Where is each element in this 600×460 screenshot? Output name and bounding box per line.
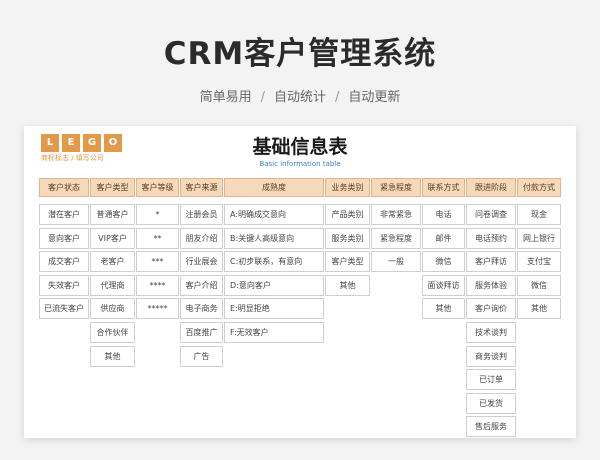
table-cell[interactable]: 电子商务 <box>180 298 223 320</box>
table-cell[interactable]: VIP客户 <box>90 227 135 249</box>
table-cell[interactable]: 合作伙伴 <box>90 321 135 343</box>
column-cells: A:明确成交意向 B:关键人高级意向 C:初步联系，有意向 D:意向客户 E:明显拒绝 F… <box>224 204 324 346</box>
table-cell[interactable]: 服务体验 <box>466 274 516 296</box>
table-cell[interactable]: E:明显拒绝 <box>224 298 324 320</box>
column-cells: 普通客户 VIP客户 老客户 代理商 供应商 合作伙伴 其他 <box>90 204 135 369</box>
table-cell[interactable]: 非常紧急 <box>371 204 421 225</box>
column-header: 客户来源 <box>180 178 223 197</box>
column-header: 客户等级 <box>136 178 179 197</box>
hero-subtitle: 简单易用 / 自动统计 / 自动更新 <box>0 86 600 105</box>
table-cell[interactable]: A:明确成交意向 <box>224 204 324 225</box>
table-cell[interactable]: 现金 <box>517 204 561 225</box>
column-cells: 产品类别 服务类别 客户类型 其他 <box>325 204 370 298</box>
table-cell[interactable]: 百度推广 <box>180 321 223 343</box>
sheet-subtitle: Basic information table <box>259 160 341 168</box>
feature-auto-update: 自动更新 <box>348 90 401 105</box>
column-header: 成熟度 <box>224 178 324 197</box>
column-cells: 现金 网上银行 支付宝 微信 其他 <box>517 204 561 322</box>
table-cell[interactable]: 电话预约 <box>466 227 516 249</box>
table-cell[interactable]: 意向客户 <box>39 227 89 249</box>
separator: / <box>335 90 340 105</box>
feature-auto-stats: 自动统计 <box>273 90 326 105</box>
table-cell[interactable]: **** <box>136 274 179 296</box>
spreadsheet-preview: L E G O 商标标志 / 填写公司 基础信息表 Basic informat… <box>24 126 576 438</box>
table-cell[interactable]: 微信 <box>517 274 561 296</box>
table-cell[interactable]: 邮件 <box>422 227 465 249</box>
column-header: 客户状态 <box>39 178 89 197</box>
column-header: 客户类型 <box>90 178 135 197</box>
table-cell[interactable]: 潜在客户 <box>39 204 89 225</box>
table-cell[interactable]: 代理商 <box>90 274 135 296</box>
column-header: 紧急程度 <box>371 178 421 197</box>
table-cell[interactable]: 已流失客户 <box>39 298 89 320</box>
table-cell[interactable]: 商务谈判 <box>466 345 516 367</box>
column-cells: 潜在客户 意向客户 成交客户 失效客户 已流失客户 <box>39 204 89 322</box>
hero-title: CRM客户管理系统 <box>163 36 437 72</box>
table-cell[interactable]: 技术谈判 <box>466 321 516 343</box>
table-cell[interactable]: 已发货 <box>466 392 516 414</box>
table-cell[interactable]: 供应商 <box>90 298 135 320</box>
table-cell[interactable]: 其他 <box>90 345 135 367</box>
table-cell[interactable]: F:无效客户 <box>224 321 324 343</box>
table-cell[interactable]: 网上银行 <box>517 227 561 249</box>
table-cell[interactable]: 面谈拜访 <box>422 274 465 296</box>
table-cell[interactable]: 支付宝 <box>517 251 561 273</box>
feature-easy: 简单易用 <box>199 90 252 105</box>
table-cell[interactable]: 客户介绍 <box>180 274 223 296</box>
table-cell[interactable]: 已订单 <box>466 369 516 391</box>
column-header: 业务类别 <box>325 178 370 197</box>
table-cell[interactable]: 朋友介绍 <box>180 227 223 249</box>
column-cells: * ** *** **** ***** <box>136 204 179 322</box>
table-cell[interactable]: 服务类别 <box>325 227 370 249</box>
column-header: 付款方式 <box>517 178 561 197</box>
table-cell[interactable]: 老客户 <box>90 251 135 273</box>
table-cell[interactable]: ** <box>136 227 179 249</box>
info-table: 客户状态 潜在客户 意向客户 成交客户 失效客户 已流失客户 客户类型 普通客户 VIP客户老… <box>39 178 561 438</box>
column-cells: 问卷调查 电话预约 客户拜访 服务体验 客户询价 技术谈判 商务谈判 已订单 已发货 售后服务 <box>466 204 516 438</box>
table-cell[interactable]: * <box>136 204 179 225</box>
column-cells: 注册会员 朋友介绍 行业展会 客户介绍 电子商务 百度推广 广告 <box>180 204 223 369</box>
table-cell[interactable]: 其他 <box>517 298 561 320</box>
table-cell[interactable]: 广告 <box>180 345 223 367</box>
table-cell[interactable]: *** <box>136 251 179 273</box>
table-cell[interactable]: 一般 <box>371 251 421 273</box>
table-cell[interactable]: 客户类型 <box>325 251 370 273</box>
table-cell[interactable]: 紧急程度 <box>371 227 421 249</box>
table-cell[interactable]: D:意向客户 <box>224 274 324 296</box>
table-cell[interactable]: 其他 <box>325 274 370 296</box>
table-cell[interactable]: 产品类别 <box>325 204 370 225</box>
column-cells: 电话 邮件 微信 面谈拜访 其他 <box>422 204 465 322</box>
table-cell[interactable]: 成交客户 <box>39 251 89 273</box>
table-cell[interactable]: 失效客户 <box>39 274 89 296</box>
table-cell[interactable]: C:初步联系，有意向 <box>224 251 324 273</box>
table-cell[interactable]: 其他 <box>422 298 465 320</box>
table-cell[interactable]: 电话 <box>422 204 465 225</box>
table-cell[interactable]: ***** <box>136 298 179 320</box>
table-cell[interactable]: 微信 <box>422 251 465 273</box>
separator: / <box>260 90 265 105</box>
table-cell[interactable]: 问卷调查 <box>466 204 516 225</box>
table-cell[interactable]: 普通客户 <box>90 204 135 225</box>
table-cell[interactable]: 行业展会 <box>180 251 223 273</box>
column-header: 跟进阶段 <box>466 178 516 197</box>
table-cell[interactable]: 客户询价 <box>466 298 516 320</box>
column-header: 联系方式 <box>422 178 465 197</box>
table-cell[interactable]: B:关键人高级意向 <box>224 227 324 249</box>
column-cells: 非常紧急 紧急程度 一般 <box>371 204 421 275</box>
table-cell[interactable]: 注册会员 <box>180 204 223 225</box>
table-cell[interactable]: 客户拜访 <box>466 251 516 273</box>
sheet-title: 基础信息表 <box>252 136 348 158</box>
table-cell[interactable]: 售后服务 <box>466 416 516 438</box>
